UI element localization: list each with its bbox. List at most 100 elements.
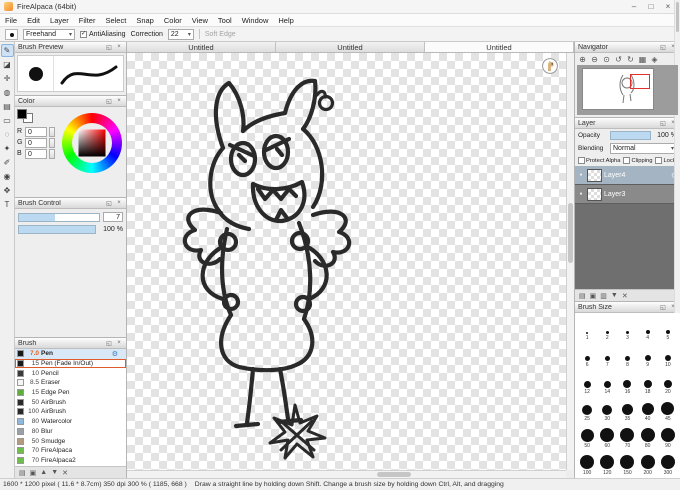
layer-titlebar[interactable]: Layer ◱ × [575, 118, 680, 129]
panel-close-button[interactable]: × [115, 44, 123, 50]
add-folder-icon[interactable]: ▣ [590, 292, 597, 300]
maximize-button[interactable]: □ [643, 1, 659, 13]
brush-size-option[interactable]: 150 [617, 451, 637, 476]
panel-float-button[interactable]: ◱ [659, 44, 667, 51]
brush-size-option[interactable]: 7 [597, 343, 617, 368]
rotate-right-icon[interactable]: ↻ [625, 55, 636, 64]
move-tool-icon[interactable]: ✛ [1, 72, 14, 85]
brush-size-option[interactable]: 90 [658, 424, 678, 449]
menu-snap[interactable]: Snap [131, 16, 159, 25]
brush-size-option[interactable]: 25 [577, 397, 597, 422]
menu-file[interactable]: File [0, 16, 22, 25]
layer-visibility-toggle[interactable]: ● [577, 172, 585, 178]
brush-control-titlebar[interactable]: Brush Control ◱ × [15, 198, 126, 209]
brush-settings-icon[interactable]: ⚙ [112, 350, 118, 358]
checkbox-protect-alpha[interactable]: Protect Alpha [578, 157, 620, 164]
panel-float-button[interactable]: ◱ [105, 44, 113, 51]
stroke-mode-select[interactable]: Freehand ▾ [23, 28, 75, 40]
color-swatch[interactable] [17, 109, 35, 124]
navigator-thumbnail[interactable] [577, 65, 678, 115]
brush-opacity-slider[interactable] [18, 225, 96, 234]
horizontal-scrollbar[interactable] [127, 470, 566, 478]
brush-size-option[interactable]: 2 [597, 316, 617, 341]
brush-size-option[interactable]: 200 [638, 451, 658, 476]
brush-size-titlebar[interactable]: Brush Size ◱ × [575, 302, 680, 313]
panel-float-button[interactable]: ◱ [105, 200, 113, 207]
antialiasing-checkbox[interactable]: ✓ AntiAliasing [80, 30, 126, 38]
menu-tool[interactable]: Tool [213, 16, 237, 25]
brush-size-option[interactable]: 4 [638, 316, 658, 341]
channel-value-input[interactable]: 0 [25, 126, 47, 137]
menu-layer[interactable]: Layer [45, 16, 74, 25]
minimize-button[interactable]: – [626, 1, 642, 13]
brush-size-option[interactable]: 12 [577, 370, 597, 395]
brush-size-option[interactable]: 5 [658, 316, 678, 341]
brush-size-option[interactable]: 14 [597, 370, 617, 395]
zoom-in-icon[interactable]: ⊕ [577, 55, 588, 64]
delete-brush-icon[interactable]: ✕ [62, 469, 68, 477]
brush-size-option[interactable]: 100 [577, 451, 597, 476]
brush-list-item[interactable]: 50 AirBrush [15, 397, 126, 407]
rotate-left-icon[interactable]: ↺ [613, 55, 624, 64]
foreground-color-swatch[interactable] [17, 109, 27, 119]
zoom-reset-icon[interactable]: ⊙ [601, 55, 612, 64]
brush-move-down-icon[interactable]: ▼ [51, 469, 58, 476]
brush-size-option[interactable]: 6 [577, 343, 597, 368]
brush-list-item[interactable]: 15 Pen (Fade In/Out) [15, 358, 126, 369]
add-brush-icon[interactable]: ▤ [19, 469, 26, 477]
panel-close-button[interactable]: × [115, 98, 123, 104]
brush-titlebar[interactable]: Brush ◱ × [15, 338, 126, 349]
brush-list-item[interactable]: 70 FireAlpaca2 [15, 456, 126, 466]
layer-visibility-toggle[interactable]: ● [577, 191, 585, 197]
brush-size-option[interactable]: 18 [638, 370, 658, 395]
add-layer-icon[interactable]: ▤ [579, 292, 586, 300]
tab-untitled-1[interactable]: Untitled [276, 42, 425, 52]
layer-opacity-slider[interactable] [610, 131, 651, 140]
brush-list-item[interactable]: 100 AirBrush [15, 407, 126, 417]
menu-window[interactable]: Window [237, 16, 274, 25]
channel-spinner[interactable] [49, 126, 55, 137]
brush-size-option[interactable]: 30 [597, 397, 617, 422]
hand-tool-icon[interactable]: ✥ [1, 184, 14, 197]
merge-down-icon[interactable]: ▼ [611, 292, 618, 299]
brush-size-option[interactable]: 50 [577, 424, 597, 449]
eyedropper-tool-icon[interactable]: ◉ [1, 170, 14, 183]
brush-preview-titlebar[interactable]: Brush Preview ◱ × [15, 42, 126, 53]
color-wheel[interactable] [61, 113, 122, 173]
brush-list-item[interactable]: 50 Smudge [15, 436, 126, 446]
brush-size-option[interactable]: 45 [658, 397, 678, 422]
brush-size-value[interactable]: 7 [103, 212, 123, 222]
brush-size-option[interactable]: 120 [597, 451, 617, 476]
checkbox-clipping[interactable]: Clipping [623, 157, 652, 164]
channel-spinner[interactable] [49, 137, 55, 148]
brush-size-option[interactable]: 16 [617, 370, 637, 395]
brush-size-option[interactable]: 1 [577, 316, 597, 341]
panel-close-button[interactable]: × [115, 200, 123, 206]
brush-list-item[interactable]: 80 Watercolor [15, 417, 126, 427]
reset-view-icon[interactable]: ▦ [637, 55, 648, 64]
brush-size-slider[interactable] [18, 212, 100, 222]
brush-size-option[interactable]: 60 [597, 424, 617, 449]
brush-list-item[interactable]: 8.5 Eraser [15, 378, 126, 388]
brush-size-option[interactable]: 9 [638, 343, 658, 368]
scrollbar-thumb[interactable] [377, 472, 411, 477]
brush-folder-icon[interactable]: ▣ [30, 469, 37, 477]
scrollbar-thumb[interactable] [568, 203, 573, 263]
text-tool-icon[interactable]: T [1, 198, 14, 211]
rect-select-tool-icon[interactable]: ▭ [1, 114, 14, 127]
brush-size-option[interactable]: 300 [658, 451, 678, 476]
menu-color[interactable]: Color [159, 16, 187, 25]
canvas-viewport[interactable] [127, 53, 574, 478]
channel-value-input[interactable]: 0 [25, 148, 47, 159]
blending-select[interactable]: Normal ▾ [610, 143, 677, 154]
brush-list-item[interactable]: 15 Edge Pen [15, 388, 126, 398]
navigator-titlebar[interactable]: Navigator ◱ × [575, 42, 680, 53]
brush-size-option[interactable]: 3 [617, 316, 637, 341]
panel-float-button[interactable]: ◱ [659, 120, 667, 127]
vertical-scrollbar[interactable] [566, 53, 574, 470]
select-pen-tool-icon[interactable]: ✐ [1, 156, 14, 169]
brush-list-item[interactable]: 7.0 Pen ⚙ [15, 349, 126, 359]
brush-size-option[interactable]: 70 [617, 424, 637, 449]
magic-wand-tool-icon[interactable]: ✦ [1, 142, 14, 155]
brush-preset-icon[interactable] [5, 28, 18, 40]
